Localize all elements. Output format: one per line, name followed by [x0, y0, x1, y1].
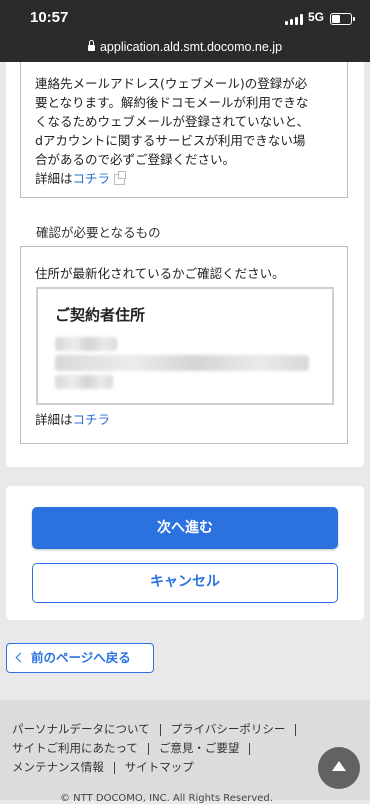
confirm-box: 住所が最新化されているかご確認ください。 ご契約者住所 詳細はコチラ: [20, 246, 348, 444]
scroll-to-top-button[interactable]: [318, 747, 360, 789]
url-bar[interactable]: application.ald.smt.docomo.ne.jp: [0, 36, 370, 62]
next-button[interactable]: 次へ進む: [32, 507, 338, 549]
footer-separator: [159, 723, 161, 736]
signal-icon: [285, 14, 303, 25]
confirm-instruction: 住所が最新化されているかご確認ください。: [35, 266, 285, 281]
notice-detail-row: 詳細はコチラ: [35, 169, 335, 188]
copyright: © NTT DOCOMO, INC. All Rights Reserved.: [60, 793, 273, 804]
confirm-detail-prefix: 詳細は: [35, 412, 73, 427]
notice-text: 連絡先メールアドレス(ウェブメール)の登録が必 要となります。解約後ドコモメール…: [35, 76, 310, 167]
footer-link-sitemap[interactable]: サイトマップ: [125, 760, 194, 774]
notice-detail-link[interactable]: コチラ: [73, 171, 111, 186]
redacted-address-line2: [55, 375, 113, 389]
footer-link-feedback[interactable]: ご意見・ご要望: [159, 741, 240, 755]
external-link-icon: [114, 171, 127, 185]
footer-link-maintenance[interactable]: メンテナンス情報: [12, 760, 104, 774]
url-text: application.ald.smt.docomo.ne.jp: [99, 40, 283, 54]
notice-detail-prefix: 詳細は: [35, 171, 73, 186]
confirm-detail-row: 詳細はコチラ: [35, 410, 110, 429]
redacted-address-line1: [55, 355, 309, 371]
cancel-button[interactable]: キャンセル: [32, 563, 338, 603]
footer-link-privacy-policy[interactable]: プライバシーポリシー: [171, 722, 286, 736]
status-bar: 10:57 5G: [0, 0, 370, 36]
battery-icon: [330, 13, 355, 25]
action-card: 次へ進む キャンセル: [6, 486, 364, 620]
confirm-detail-link[interactable]: コチラ: [73, 412, 111, 427]
footer-separator: [249, 742, 251, 755]
footer-links: パーソナルデータについて プライバシーポリシー サイトご利用にあたって ご意見・ご要…: [12, 720, 306, 777]
address-title: ご契約者住所: [55, 306, 146, 324]
back-button-label: 前のページへ戻る: [31, 650, 131, 665]
footer-separator: [113, 761, 115, 774]
main-card: 連絡先メールアドレス(ウェブメール)の登録が必 要となります。解約後ドコモメール…: [6, 62, 364, 467]
address-box: ご契約者住所: [36, 287, 334, 405]
footer: パーソナルデータについて プライバシーポリシー サイトご利用にあたって ご意見・ご要…: [0, 700, 370, 804]
status-time: 10:57: [30, 9, 69, 26]
footer-link-personal-data[interactable]: パーソナルデータについて: [12, 722, 150, 736]
redacted-postal-code: [55, 337, 117, 351]
notice-box: 連絡先メールアドレス(ウェブメール)の登録が必 要となります。解約後ドコモメール…: [20, 62, 348, 198]
footer-link-site-terms[interactable]: サイトご利用にあたって: [12, 741, 138, 755]
lock-icon: [87, 40, 95, 51]
section-label: 確認が必要となるもの: [36, 225, 161, 240]
back-button[interactable]: 前のページへ戻る: [6, 643, 154, 673]
network-type: 5G: [308, 10, 325, 24]
chevron-left-icon: [15, 652, 26, 663]
footer-separator: [147, 742, 149, 755]
footer-separator: [295, 723, 297, 736]
